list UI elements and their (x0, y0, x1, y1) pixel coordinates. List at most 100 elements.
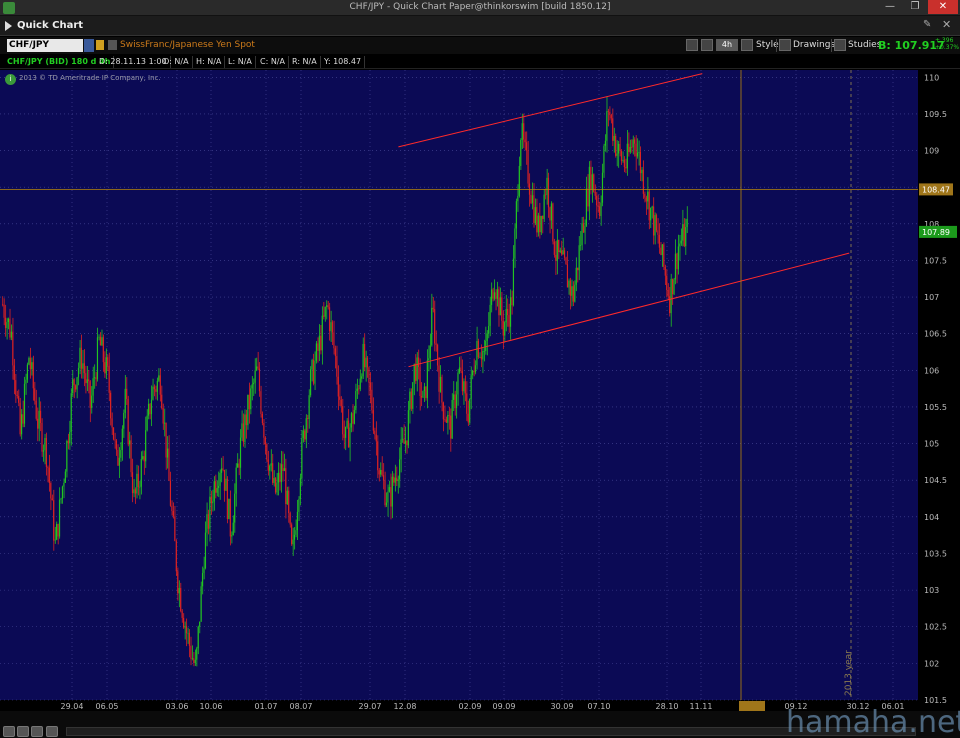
candle-body (501, 297, 503, 321)
pin-icon[interactable]: ✎ (923, 19, 931, 30)
candle-body (508, 315, 510, 327)
candle-body (200, 586, 202, 622)
candle-body (641, 169, 643, 174)
candle-body (58, 499, 61, 537)
candle-body (133, 489, 135, 494)
candle-body (245, 414, 247, 426)
candle-body (174, 516, 176, 542)
candle-body (47, 466, 49, 468)
candle-body (673, 279, 675, 295)
symbol-menu-icon[interactable] (108, 40, 117, 50)
candle-body (412, 382, 414, 409)
wrench-icon[interactable] (701, 39, 713, 51)
timeframe-button[interactable]: 4h (716, 39, 738, 51)
candle-body (441, 376, 443, 403)
candle-body (515, 201, 517, 229)
candle-body (102, 337, 104, 363)
candle-body (347, 420, 350, 448)
candle-body (563, 250, 566, 258)
candle-body (111, 418, 113, 428)
magnifier-icon[interactable] (31, 726, 43, 737)
candle-body (257, 366, 259, 369)
candle-body (422, 390, 424, 398)
candle-body (461, 371, 463, 392)
panel-close-icon[interactable]: ✕ (942, 18, 951, 31)
candle-body (63, 482, 65, 487)
candle-body (569, 280, 571, 296)
candle-body (89, 381, 91, 408)
candle-body (288, 490, 290, 514)
candle-body (168, 448, 170, 481)
candle-body (588, 166, 590, 207)
chart-info-bar: CHF/JPY (BID) 180 d 4h D: 28.11.13 1:00 … (0, 55, 960, 69)
candle-body (626, 143, 628, 169)
candle-body (391, 476, 393, 507)
candle-body (623, 159, 625, 168)
link-color-icon[interactable] (96, 40, 104, 50)
candle-body (680, 240, 682, 244)
candle-body (311, 359, 313, 370)
minimize-button[interactable]: — (880, 0, 900, 14)
candle-body (410, 391, 412, 409)
window-titlebar: CHF/JPY - Quick Chart Paper@thinkorswim … (0, 0, 960, 16)
maximize-button[interactable]: ❐ (903, 0, 927, 14)
candle-body (517, 195, 519, 202)
candle-body (260, 391, 262, 414)
candle-body (345, 426, 347, 438)
zoom-in-icon[interactable] (17, 726, 29, 737)
collapse-arrow-icon[interactable] (5, 21, 12, 31)
candle-body (676, 253, 678, 270)
candle-body (41, 422, 43, 452)
drawings-button[interactable]: Drawings (793, 40, 835, 50)
pencil-icon[interactable] (779, 39, 791, 51)
candle-body (619, 143, 621, 151)
symbol-dropdown-icon[interactable] (84, 39, 94, 52)
close-button[interactable]: ✕ (928, 0, 958, 14)
candle-body (130, 440, 132, 473)
candle-body (574, 284, 576, 302)
candle-body (218, 485, 220, 488)
candle-body (486, 333, 488, 341)
candle-body (514, 228, 516, 259)
candle-body (571, 286, 573, 296)
style-icon[interactable] (741, 39, 753, 51)
price-axis-background (918, 70, 960, 711)
candle-body (299, 478, 301, 500)
candle-body (293, 534, 296, 540)
y-tick-label: 104 (924, 513, 939, 522)
candle-body (394, 477, 396, 483)
chart-toolbar: CHF/JPY SwissFranc/Japanese Yen Spot 4h … (0, 37, 960, 54)
candle-body (139, 486, 141, 488)
candle-body (101, 337, 103, 346)
candle-body (457, 372, 459, 395)
candle-body (434, 309, 436, 344)
crosshair-icon[interactable] (686, 39, 698, 51)
candle-body (677, 246, 679, 270)
candle-body (20, 414, 23, 435)
candle-body (114, 439, 116, 441)
candle-body (346, 420, 348, 427)
candle-body (234, 493, 236, 523)
candle-body (533, 195, 535, 224)
zoom-out-icon[interactable] (3, 726, 15, 737)
candle-body (655, 215, 658, 231)
candle-body (314, 360, 316, 384)
price-chart[interactable]: 110109.5109108.5108107.5107106.5106105.5… (0, 70, 960, 711)
candle-body (269, 465, 271, 471)
candle-body (244, 414, 246, 443)
candle-body (547, 177, 550, 208)
studies-button[interactable]: Studies (848, 40, 881, 50)
studies-icon[interactable] (834, 39, 846, 51)
candle-body (591, 174, 593, 190)
candle-body (380, 469, 382, 475)
symbol-input[interactable]: CHF/JPY (7, 39, 83, 52)
candle-body (326, 305, 328, 307)
candle-body (426, 360, 428, 399)
candle-body (453, 394, 455, 400)
candle-body (479, 356, 481, 358)
candle-body (368, 367, 370, 383)
candle-body (423, 386, 425, 391)
candle-body (387, 491, 389, 503)
info-circle-icon[interactable]: i (5, 74, 16, 85)
expand-icon[interactable] (46, 726, 58, 737)
